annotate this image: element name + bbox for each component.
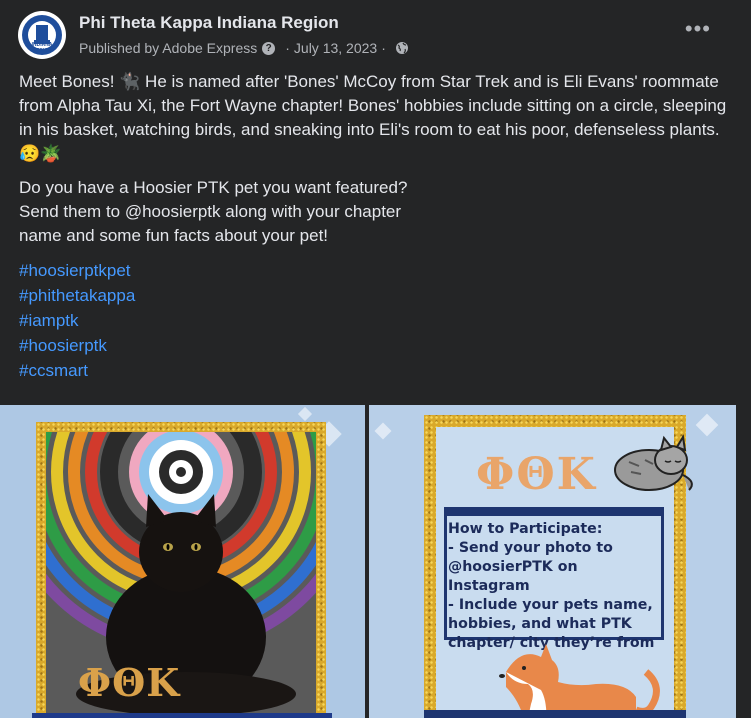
post-meta: Published by Adobe Express ? · July 13, …	[79, 40, 409, 56]
post-date-link[interactable]: July 13, 2023	[294, 40, 377, 56]
globe-icon	[395, 42, 408, 54]
post-paragraph-2: Do you have a Hoosier PTK pet you want f…	[19, 178, 408, 245]
meta-separator: ·	[285, 40, 290, 56]
hashtag-link[interactable]: #hoosierptk	[19, 333, 729, 358]
sleeping-cat-icon	[614, 434, 693, 491]
post-paragraph-1: Meet Bones! 🐈‍⬛ He is named after 'Bones…	[19, 72, 727, 163]
gold-frame: ΦΘΚ	[36, 422, 326, 718]
hashtag-link[interactable]: #ccsmart	[19, 358, 729, 383]
ptk-logo-text: ΦΘΚ	[476, 449, 597, 500]
hashtag-link[interactable]: #phithetakappa	[19, 283, 729, 308]
hashtag-link[interactable]: #hoosierptkpet	[19, 258, 729, 283]
hashtag-list: #hoosierptkpet #phithetakappa #iamptk #h…	[19, 258, 729, 383]
ptk-logo-text: ΦΘΚ	[78, 660, 181, 705]
sparkle-decoration	[297, 406, 313, 422]
info-icon[interactable]: ?	[262, 41, 276, 55]
sparkle-decoration	[695, 413, 719, 437]
meta-separator-2: ·	[381, 40, 386, 56]
more-options-icon[interactable]: •••	[685, 18, 711, 40]
card-bottom-banner	[32, 713, 332, 718]
post-body: Meet Bones! 🐈‍⬛ He is named after 'Bones…	[19, 70, 729, 383]
how-to-participate-image[interactable]: ΦΘΚ How to Participate: - Send your phot…	[369, 405, 736, 718]
page-name-link[interactable]: Phi Theta Kappa Indiana Region	[79, 13, 339, 33]
post-header: INDIANA REGION Phi Theta Kappa Indiana R…	[0, 0, 751, 66]
hashtag-link[interactable]: #iamptk	[19, 308, 729, 333]
fox-illustration	[499, 644, 660, 718]
card-bottom-banner	[424, 710, 686, 718]
image-edge	[736, 405, 751, 718]
post-images: ΦΘΚ ΦΘΚ How to Participate: - Send your …	[0, 405, 751, 718]
sparkle-decoration	[374, 422, 392, 440]
avatar-text: INDIANA REGION	[31, 42, 53, 54]
page-avatar[interactable]: INDIANA REGION	[18, 11, 66, 59]
cat-photo-image[interactable]: ΦΘΚ	[0, 405, 365, 718]
published-by: Published by Adobe Express	[79, 40, 258, 56]
photo-area: ΦΘΚ	[46, 432, 316, 718]
